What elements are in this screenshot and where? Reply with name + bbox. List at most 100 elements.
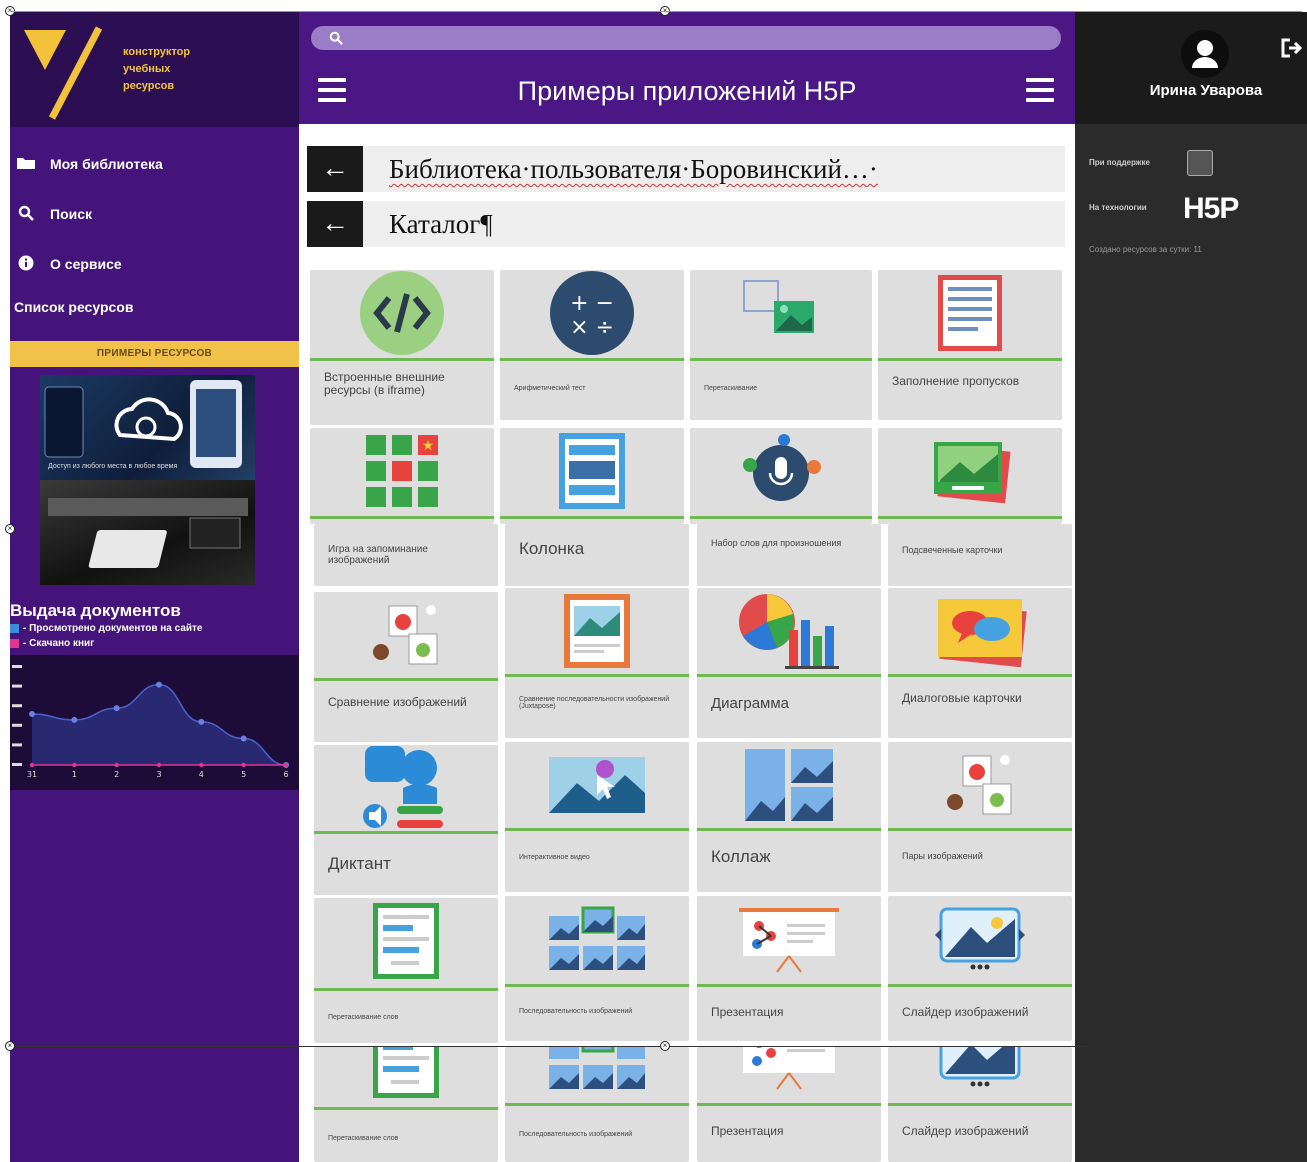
tile-arithmetic[interactable]: + − × ÷ Арифметический тест bbox=[500, 270, 684, 420]
tile-image-compare[interactable]: Сравнение изображений bbox=[314, 592, 498, 742]
resource-preview[interactable]: Доступ из любого места в любое время bbox=[40, 375, 255, 585]
breadcrumb-text: Библиотека·пользователя·Боровинский…· bbox=[389, 154, 878, 184]
data-point[interactable] bbox=[156, 762, 162, 768]
column-icon bbox=[500, 428, 684, 514]
tile-chart[interactable]: Диаграмма bbox=[697, 588, 881, 738]
y-tick-mark bbox=[12, 723, 22, 727]
y-tick-mark bbox=[12, 665, 22, 668]
tile-image-slider[interactable]: Слайдер изображений bbox=[888, 896, 1072, 1041]
tile-presentation-copy[interactable]: Презентация bbox=[697, 1047, 881, 1162]
image-slider-icon bbox=[888, 1047, 1072, 1099]
tile-drag-words[interactable]: Перетаскивание слов bbox=[314, 898, 498, 1043]
x-tick-label: 31 bbox=[27, 770, 37, 779]
user-name[interactable]: Ирина Уварова bbox=[1075, 82, 1307, 99]
logo-text: конструктор учебных ресурсов bbox=[123, 44, 223, 95]
sidebar-item-library[interactable]: Моя библиотека bbox=[10, 139, 299, 189]
support-label: При поддержке bbox=[1089, 158, 1150, 167]
tile-image-slider-copy[interactable]: Слайдер изображений bbox=[888, 1047, 1072, 1162]
docs-chart-title: Выдача документов bbox=[10, 601, 181, 620]
tile-interactive-video[interactable]: Интерактивное видео bbox=[505, 742, 689, 892]
data-point[interactable] bbox=[72, 762, 77, 768]
tile-dialog-cards[interactable]: Диалоговые карточки bbox=[888, 588, 1072, 738]
drag-words-icon bbox=[314, 898, 498, 984]
tile-flashcards-image[interactable] bbox=[878, 428, 1062, 524]
search-icon[interactable] bbox=[329, 31, 343, 48]
search-input[interactable] bbox=[311, 26, 1061, 50]
legend-item: - Просмотрено документов на сайте bbox=[10, 621, 299, 636]
svg-text:+ −: + − bbox=[570, 291, 614, 316]
folder-icon bbox=[14, 156, 38, 173]
tile-drag-words-copy[interactable]: Перетаскивание слов bbox=[314, 1047, 498, 1162]
image-pairs-icon bbox=[888, 742, 1072, 828]
drag-image-icon bbox=[690, 270, 872, 356]
dialog-cards-icon bbox=[888, 588, 1072, 674]
h5p-logo[interactable]: H5P bbox=[1183, 192, 1239, 226]
tile-label: Последовательность изображений bbox=[519, 1131, 633, 1138]
tile-column[interactable]: Колонка bbox=[505, 524, 689, 586]
selection-border bbox=[12, 1046, 1087, 1047]
tile-speak[interactable]: Набор слов для произношения bbox=[697, 524, 881, 586]
tile-label: Арифметический тест bbox=[514, 385, 586, 392]
data-point[interactable] bbox=[29, 711, 35, 718]
x-tick-label: 1 bbox=[72, 770, 77, 779]
tile-image-sequencing-copy[interactable]: Последовательность изображений bbox=[505, 1047, 689, 1162]
back-arrow-icon[interactable]: ← bbox=[307, 201, 363, 247]
data-point[interactable] bbox=[29, 762, 35, 768]
sidebar: конструктор учебных ресурсов Моя библиот… bbox=[10, 12, 299, 1162]
sidebar-item-search[interactable]: Поиск bbox=[10, 189, 299, 239]
data-point[interactable] bbox=[240, 735, 247, 742]
support-emblem-icon[interactable] bbox=[1187, 150, 1213, 176]
resize-handle-icon[interactable]: × bbox=[660, 1041, 670, 1051]
logout-icon[interactable] bbox=[1281, 38, 1303, 63]
collage-icon bbox=[697, 742, 881, 828]
back-arrow-icon[interactable]: ← bbox=[307, 146, 363, 192]
interactive-video-icon bbox=[505, 742, 689, 828]
tile-column-image[interactable] bbox=[500, 428, 684, 524]
resize-handle-icon[interactable]: × bbox=[5, 1041, 15, 1051]
data-point[interactable] bbox=[114, 762, 119, 768]
legend-label: - Скачано книг bbox=[23, 638, 95, 649]
logo[interactable]: конструктор учебных ресурсов bbox=[10, 12, 299, 127]
dictation-icon bbox=[314, 745, 498, 831]
legend-item: - Скачано книг bbox=[10, 636, 299, 651]
tile-speak-image[interactable] bbox=[690, 428, 872, 524]
tile-label: Пары изображений bbox=[902, 851, 983, 861]
tile-juxtapose[interactable]: Сравнение последовательности изображений… bbox=[505, 588, 689, 738]
examples-bar[interactable]: ПРИМЕРЫ РЕСУРСОВ bbox=[10, 341, 299, 367]
tile-label: Диалоговые карточки bbox=[902, 691, 1022, 705]
tile-iframe[interactable]: Встроенные внешние ресурсы (в iframe) bbox=[310, 270, 494, 425]
resize-handle-icon[interactable]: × bbox=[5, 524, 15, 534]
legend-label: - Просмотрено документов на сайте bbox=[23, 623, 203, 634]
presentation-icon bbox=[697, 1047, 881, 1099]
code-icon bbox=[310, 270, 494, 356]
data-point[interactable] bbox=[71, 716, 78, 723]
sidebar-item-about[interactable]: О сервисе bbox=[10, 239, 299, 289]
created-count: Создано ресурсов за сутки: 11 bbox=[1089, 245, 1202, 254]
sidebar-item-label: Поиск bbox=[50, 206, 93, 222]
data-point[interactable] bbox=[283, 762, 289, 768]
tile-image-pairs[interactable]: Пары изображений bbox=[888, 742, 1072, 892]
menu-icon-right[interactable] bbox=[1026, 78, 1054, 102]
tile-fill-blanks[interactable]: Заполнение пропусков bbox=[878, 270, 1062, 420]
data-point[interactable] bbox=[156, 681, 162, 688]
tile-image-sequencing[interactable]: Последовательность изображений bbox=[505, 896, 689, 1041]
data-point[interactable] bbox=[199, 762, 204, 768]
resources-list-link[interactable]: Список ресурсов bbox=[10, 289, 299, 341]
data-point[interactable] bbox=[113, 705, 120, 712]
image-sequencing-icon bbox=[505, 1047, 689, 1101]
tile-presentation[interactable]: Презентация bbox=[697, 896, 881, 1041]
legend-swatch-blue bbox=[10, 624, 19, 633]
tile-memory-image[interactable]: ★ bbox=[310, 428, 494, 524]
tile-dictation[interactable]: Диктант bbox=[314, 745, 498, 895]
data-point[interactable] bbox=[241, 762, 246, 768]
tile-collage[interactable]: Коллаж bbox=[697, 742, 881, 892]
tile-drag[interactable]: Перетаскивание bbox=[690, 270, 872, 420]
data-point[interactable] bbox=[198, 718, 205, 725]
docs-chart: 31 1 2 3 4 5 6 bbox=[10, 655, 299, 790]
avatar-icon[interactable] bbox=[1181, 30, 1229, 78]
tile-flashcards[interactable]: Подсвеченные карточки bbox=[888, 524, 1072, 586]
breadcrumb-catalog[interactable]: ← Каталог¶ bbox=[307, 201, 1065, 247]
tile-memory[interactable]: Игра на запоминание изображений bbox=[314, 524, 498, 586]
breadcrumb-library[interactable]: ← Библиотека·пользователя·Боровинский…· bbox=[307, 146, 1065, 192]
info-icon bbox=[14, 255, 38, 274]
